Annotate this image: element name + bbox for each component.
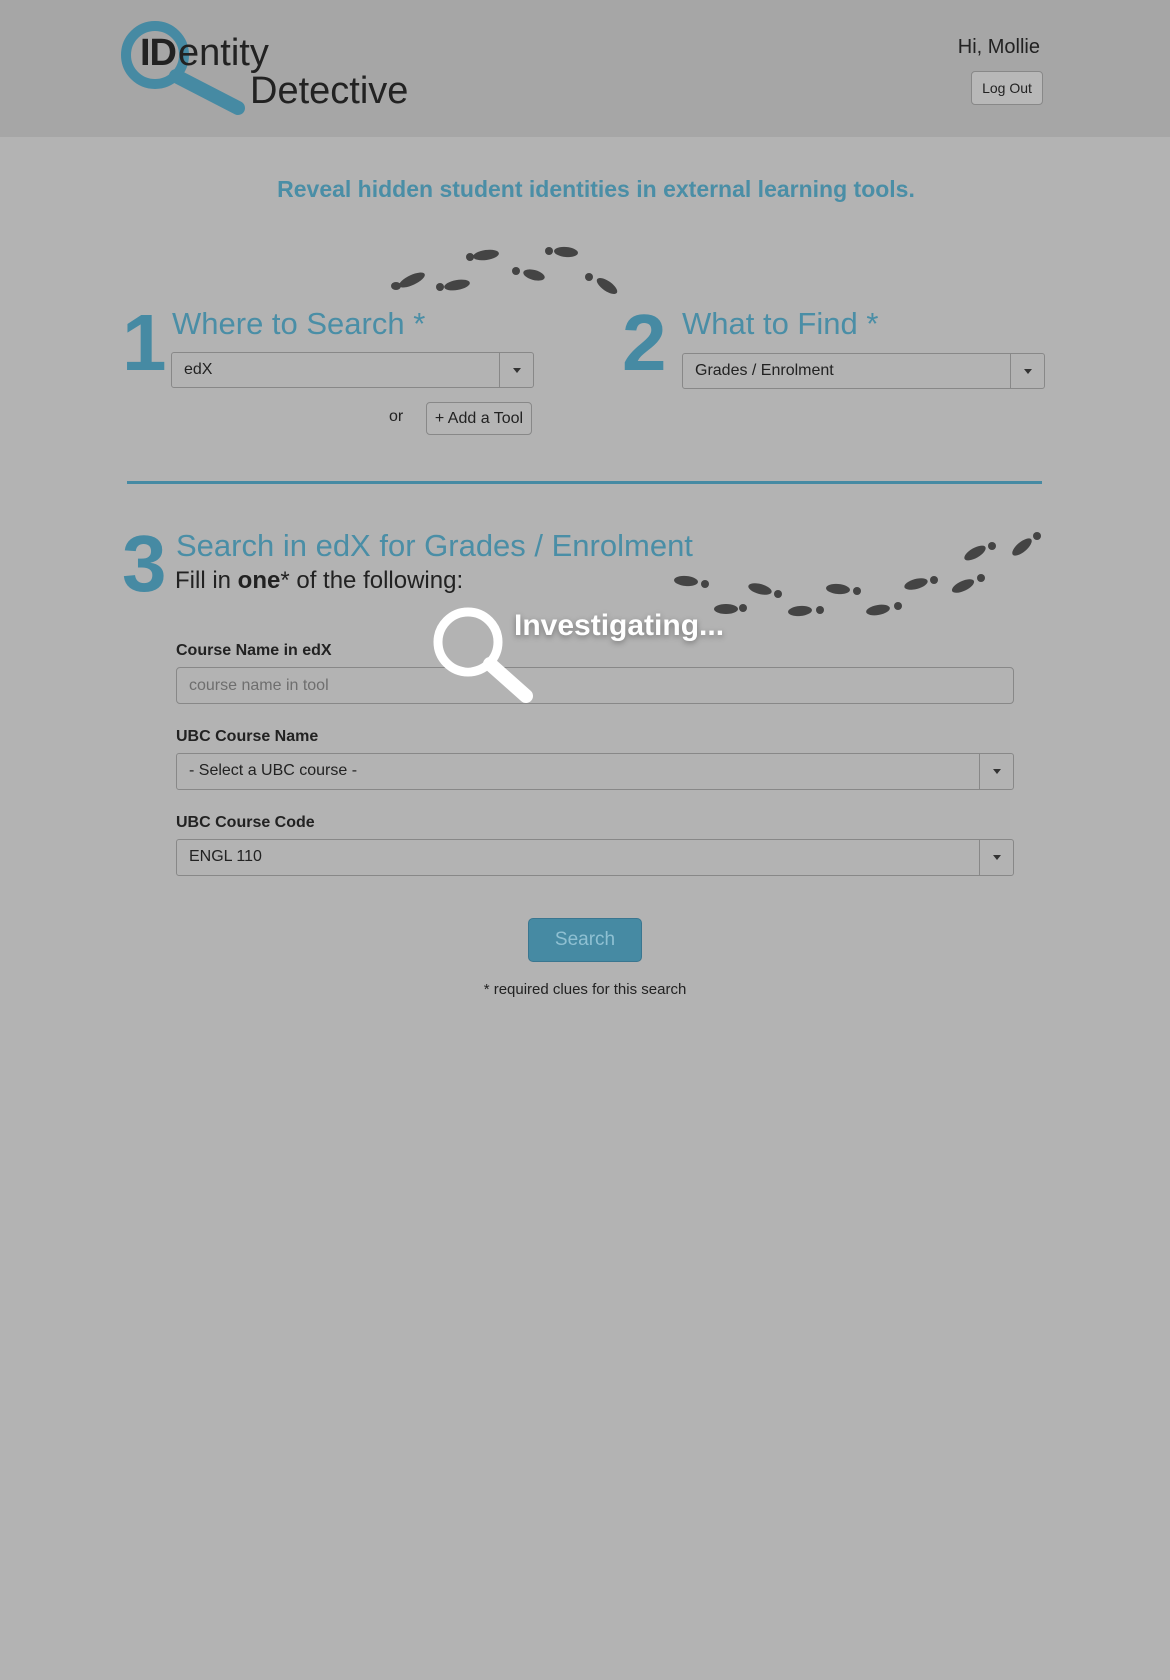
chevron-down-icon (992, 855, 1001, 860)
footprints-right-decoration (674, 532, 1041, 617)
step-1-number: 1 (122, 298, 167, 387)
footprints-top-decoration (391, 246, 618, 295)
or-label: or (389, 408, 404, 425)
identity-detective-logo[interactable]: ID entity Detective (118, 18, 418, 118)
step-2-number: 2 (622, 298, 667, 387)
logo-detective-text: Detective (250, 70, 409, 112)
step-3-number: 3 (122, 519, 167, 608)
step-1-title: Where to Search * (172, 306, 426, 341)
logo-id-text: ID (140, 32, 177, 74)
chevron-down-icon (1023, 368, 1032, 374)
header: ID entity Detective Hi, Mollie Log Out (0, 0, 1170, 137)
required-clues-note: * required clues for this search (483, 981, 687, 998)
investigating-overlay-text: Investigating... (514, 609, 725, 642)
logo-entity-text: entity (178, 32, 269, 74)
fill-in-emphasis: one (237, 567, 281, 594)
section-divider (127, 481, 1042, 484)
user-greeting: Hi, Mollie (957, 36, 1040, 58)
add-tool-button[interactable]: + Add a Tool (426, 402, 532, 435)
ubc-course-code-caret[interactable] (979, 840, 1013, 875)
what-to-find-select[interactable]: Grades / Enrolment (682, 353, 1045, 389)
ubc-course-code-label: UBC Course Code (176, 814, 315, 831)
fill-in-instruction: Fill in one* of the following: (175, 567, 463, 595)
search-button[interactable]: Search (528, 918, 642, 962)
where-to-search-value: edX (184, 361, 213, 378)
logout-button[interactable]: Log Out (971, 71, 1043, 105)
fill-in-suffix: * of the following: (280, 567, 464, 594)
ubc-course-name-label: UBC Course Name (176, 728, 319, 745)
step-2-title: What to Find * (682, 306, 879, 341)
ubc-course-name-value: - Select a UBC course - (189, 762, 358, 779)
ubc-course-code-value: ENGL 110 (189, 848, 262, 865)
tagline: Reveal hidden student identities in exte… (277, 176, 915, 202)
ubc-course-code-select[interactable]: ENGL 110 (176, 839, 1014, 876)
chevron-down-icon (992, 769, 1001, 774)
step-3-title: Search in edX for Grades / Enrolment (176, 528, 693, 563)
what-to-find-caret[interactable] (1010, 354, 1044, 388)
course-name-label: Course Name in edX (176, 642, 332, 659)
course-name-input[interactable] (176, 667, 1014, 704)
where-to-search-select[interactable]: edX (171, 352, 534, 388)
ubc-course-name-caret[interactable] (979, 754, 1013, 789)
what-to-find-value: Grades / Enrolment (695, 362, 834, 379)
fill-in-prefix: Fill in (175, 567, 238, 594)
where-to-search-caret[interactable] (499, 353, 533, 387)
chevron-down-icon (512, 367, 521, 373)
ubc-course-name-select[interactable]: - Select a UBC course - (176, 753, 1014, 790)
